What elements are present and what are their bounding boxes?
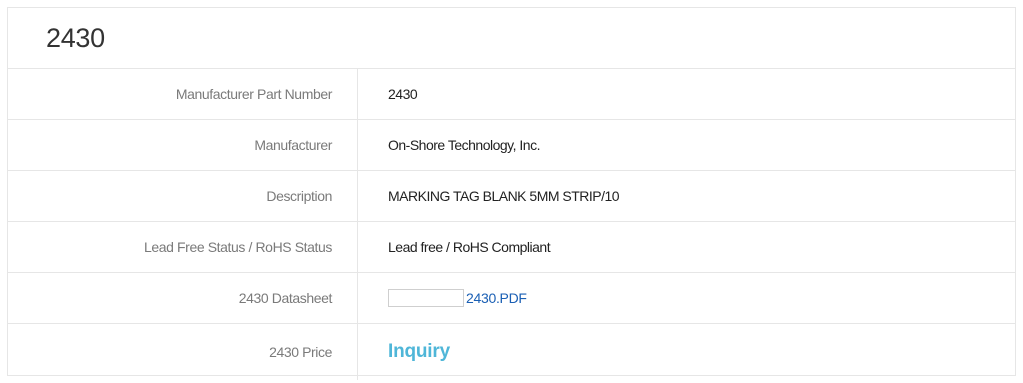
datasheet-link[interactable]: 2430.PDF (466, 290, 527, 306)
spec-row-datasheet: 2430 Datasheet 2430.PDF (8, 273, 1015, 324)
spec-label: Manufacturer (8, 120, 358, 170)
inquiry-link[interactable]: Inquiry (388, 341, 450, 363)
pdf-icon[interactable] (388, 289, 464, 307)
product-spec-panel: 2430 Manufacturer Part Number 2430 Manuf… (7, 7, 1016, 380)
spec-label: Description (8, 171, 358, 221)
spec-row-part-number: Manufacturer Part Number 2430 (8, 69, 1015, 120)
spec-label: 2430 Datasheet (8, 273, 358, 323)
spec-label: Manufacturer Part Number (8, 69, 358, 119)
spec-row-manufacturer: Manufacturer On-Shore Technology, Inc. (8, 120, 1015, 171)
spec-row-rohs: Lead Free Status / RoHS Status Lead free… (8, 222, 1015, 273)
spec-value: 2430.PDF (358, 273, 1015, 323)
spec-value: Lead free / RoHS Compliant (388, 239, 551, 255)
spec-value: On-Shore Technology, Inc. (388, 137, 540, 153)
spec-value: MARKING TAG BLANK 5MM STRIP/10 (388, 188, 620, 204)
spec-value: 2430 (388, 86, 418, 102)
spec-row-price: 2430 Price Inquiry (8, 324, 1015, 380)
spec-label: Lead Free Status / RoHS Status (8, 222, 358, 272)
spec-row-description: Description MARKING TAG BLANK 5MM STRIP/… (8, 171, 1015, 222)
spec-value: Inquiry (358, 324, 1015, 380)
spec-label: 2430 Price (8, 324, 358, 380)
product-title: 2430 (8, 8, 1015, 69)
